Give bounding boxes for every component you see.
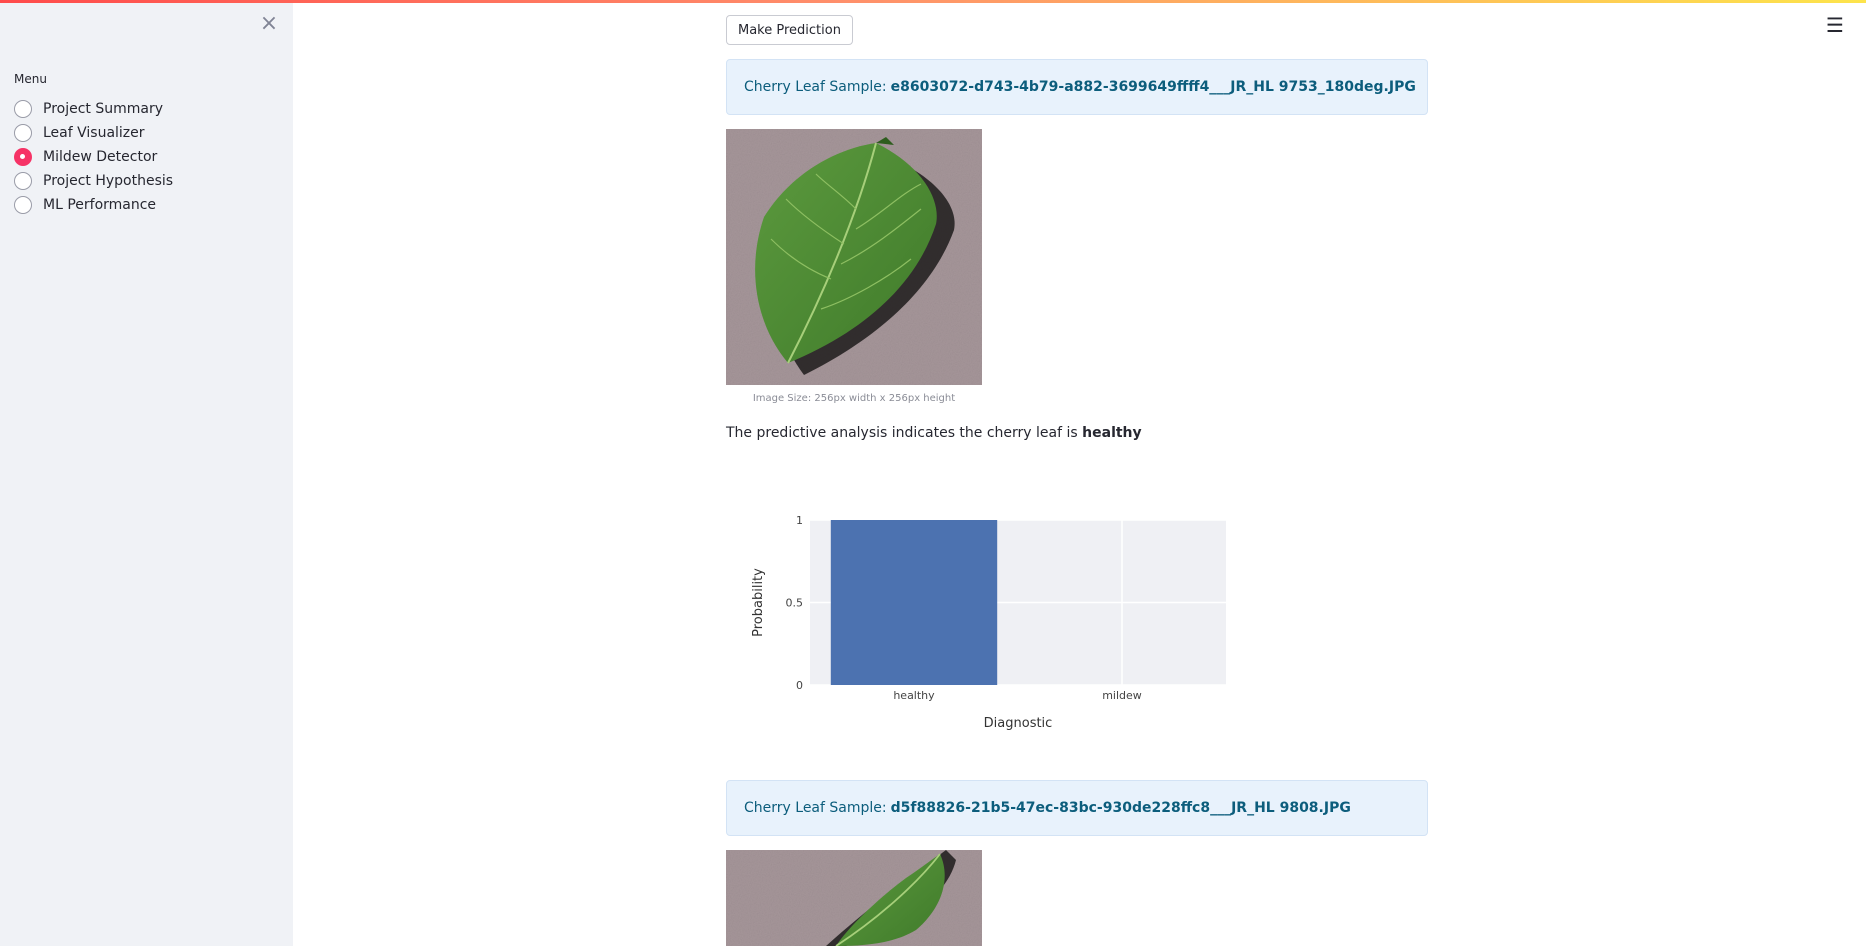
sample-prefix: Cherry Leaf Sample: [744,79,887,95]
leaf-photo [726,129,982,385]
menu-item-project-hypothesis[interactable]: Project Hypothesis [14,169,173,193]
menu-item-label: Project Hypothesis [43,173,174,189]
radio-button-icon[interactable] [14,124,32,142]
hamburger-menu-icon[interactable]: ☰ [1826,13,1844,37]
y-tick-label: 1 [796,514,803,527]
y-tick-label: 0.5 [786,597,804,610]
radio-selected-icon[interactable] [14,148,32,166]
make-prediction-button[interactable]: Make Prediction [726,15,853,45]
leaf-image [726,129,982,385]
sample-info-box: Cherry Leaf Sample: d5f88826-21b5-47ec-8… [726,780,1428,836]
menu-item-label: Leaf Visualizer [43,125,145,141]
prediction-result: The predictive analysis indicates the ch… [726,425,1142,441]
menu-item-leaf-visualizer[interactable]: Leaf Visualizer [14,121,173,145]
chart-svg: 0 0.5 1 healthy mildew Diagnostic Probability [751,514,1226,731]
menu-label: Menu [14,72,47,86]
y-axis-title: Probability [751,568,766,637]
bar-healthy [830,520,998,685]
top-decoration-bar [0,0,1866,3]
leaf-photo [726,850,982,946]
sample-info-box: Cherry Leaf Sample: e8603072-d743-4b79-a… [726,59,1428,115]
probability-chart: 0 0.5 1 healthy mildew Diagnostic Probability [726,500,1246,731]
menu-item-project-summary[interactable]: Project Summary [14,97,173,121]
x-axis-title: Diagnostic [984,716,1053,730]
radio-button-icon[interactable] [14,100,32,118]
leaf-image [726,850,982,946]
x-tick-label: mildew [1102,689,1142,702]
y-tick-label: 0 [796,679,803,692]
sample-filename: e8603072-d743-4b79-a882-3699649ffff4___J… [890,79,1416,95]
radio-button-icon[interactable] [14,196,32,214]
image-caption: Image Size: 256px width x 256px height [752,393,956,404]
menu-item-ml-performance[interactable]: ML Performance [14,193,173,217]
menu-radio-group: Project Summary Leaf Visualizer Mildew D… [14,97,173,217]
sample-prefix: Cherry Leaf Sample: [744,800,887,816]
menu-item-label: Project Summary [43,101,164,117]
menu-item-label: ML Performance [43,197,157,213]
close-icon[interactable]: × [259,12,279,36]
prediction-label: healthy [1082,425,1142,441]
sample-filename: d5f88826-21b5-47ec-83bc-930de228ffc8___J… [890,800,1351,816]
menu-item-label: Mildew Detector [43,149,158,165]
prediction-text: The predictive analysis indicates the ch… [726,425,1078,441]
sidebar: × Menu Project Summary Leaf Visualizer M… [0,0,293,946]
radio-button-icon[interactable] [14,172,32,190]
menu-item-mildew-detector[interactable]: Mildew Detector [14,145,173,169]
x-tick-label: healthy [893,689,935,702]
